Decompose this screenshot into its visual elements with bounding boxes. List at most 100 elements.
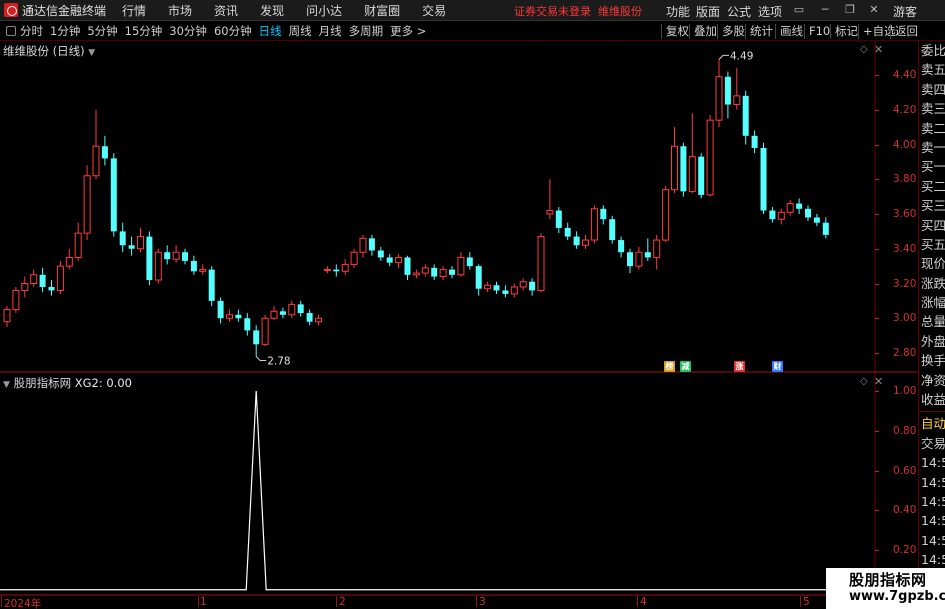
candle[interactable] [760,142,767,214]
indicator-settings-icon[interactable]: ◇ [860,376,868,387]
candle[interactable] [502,285,509,298]
candle[interactable] [706,114,714,197]
candle[interactable] [493,281,500,294]
candle[interactable] [226,309,233,322]
candle[interactable] [777,208,785,225]
candle[interactable] [137,227,144,253]
candle[interactable] [244,313,251,336]
candle[interactable] [519,278,527,291]
main-chart-label[interactable]: 维维股份 (日线) ▼ [3,43,95,59]
candle[interactable] [698,153,705,199]
candle[interactable] [110,153,117,237]
candle[interactable] [83,165,91,241]
candle[interactable] [333,264,340,277]
candle[interactable] [323,266,331,274]
candle[interactable] [21,276,29,298]
candle[interactable] [715,59,723,128]
candle[interactable] [172,245,180,263]
indicator-label[interactable]: ▼ 股朋指标网 XG2: 0.00 [3,375,132,391]
candle[interactable] [573,231,580,249]
stock-label-dropdown-icon[interactable]: ▼ [88,48,95,58]
candle[interactable] [431,264,438,281]
candle[interactable] [769,207,776,223]
candle[interactable] [510,283,518,298]
candle[interactable] [377,247,384,261]
candle[interactable] [395,253,403,268]
candle[interactable] [751,130,758,154]
candle[interactable] [39,267,46,293]
candle[interactable] [217,297,224,324]
marker-reduce[interactable]: 减 [680,361,691,372]
candle[interactable] [813,214,820,227]
candle[interactable] [733,68,741,110]
candle[interactable] [368,234,375,256]
candle[interactable] [742,90,749,145]
candle[interactable] [796,198,803,214]
candle[interactable] [101,135,108,166]
candle[interactable] [529,278,536,296]
candle[interactable] [297,300,304,317]
candle[interactable] [457,252,465,277]
candle[interactable] [208,266,215,307]
candle[interactable] [449,266,455,279]
candle[interactable] [56,260,64,294]
candle[interactable] [3,306,11,327]
candle[interactable] [680,142,687,197]
candle[interactable] [235,309,242,322]
candle[interactable] [154,248,162,284]
candle[interactable] [618,236,625,258]
candle[interactable] [253,325,260,357]
candle[interactable] [146,231,153,286]
candle[interactable] [484,281,492,293]
candle[interactable] [306,309,313,326]
candle[interactable] [805,205,811,221]
candle[interactable] [315,314,322,326]
candle[interactable] [12,286,20,314]
candle[interactable] [590,205,598,244]
candle[interactable] [350,248,358,268]
candle[interactable] [421,264,429,277]
indicator-close-icon[interactable]: ✕ [874,375,883,388]
candle[interactable] [412,269,420,279]
candle[interactable] [537,233,545,293]
candle[interactable] [65,248,73,270]
auto-toggle[interactable]: 自动 [919,414,945,433]
candle[interactable] [600,205,607,225]
candle[interactable] [724,71,731,119]
candle[interactable] [30,269,38,287]
marker-rank[interactable]: 榜 [664,361,675,372]
candle[interactable] [627,248,633,274]
chart-canvas[interactable]: 4.49 2.78 [0,0,945,609]
candle[interactable] [119,222,126,253]
candle[interactable] [644,238,651,261]
candle[interactable] [466,252,473,270]
candle[interactable] [662,186,670,242]
candle[interactable] [190,255,197,275]
candle[interactable] [671,127,678,194]
candle[interactable] [182,248,188,265]
marker-finance[interactable]: 财 [772,361,783,372]
candle[interactable] [341,259,349,275]
candle[interactable] [546,179,554,220]
candle[interactable] [92,109,100,180]
candle[interactable] [279,307,286,319]
candle[interactable] [404,255,411,281]
indicator-dropdown-icon[interactable]: ▼ [3,380,10,390]
candle[interactable] [386,253,393,267]
candle[interactable] [635,247,643,270]
candle[interactable] [288,300,296,319]
candle[interactable] [582,234,589,249]
candle[interactable] [653,234,661,270]
candle[interactable] [270,306,278,320]
candle[interactable] [439,266,447,281]
candle[interactable] [199,264,207,275]
candle[interactable] [609,215,616,244]
candle[interactable] [48,280,55,296]
candle[interactable] [786,200,794,216]
candle[interactable] [261,314,269,347]
candle[interactable] [475,264,482,296]
candle[interactable] [128,236,135,256]
candle[interactable] [688,113,696,194]
marker-limit-up[interactable]: 涨 [734,361,745,372]
chart-close-icon[interactable]: ✕ [874,43,883,56]
